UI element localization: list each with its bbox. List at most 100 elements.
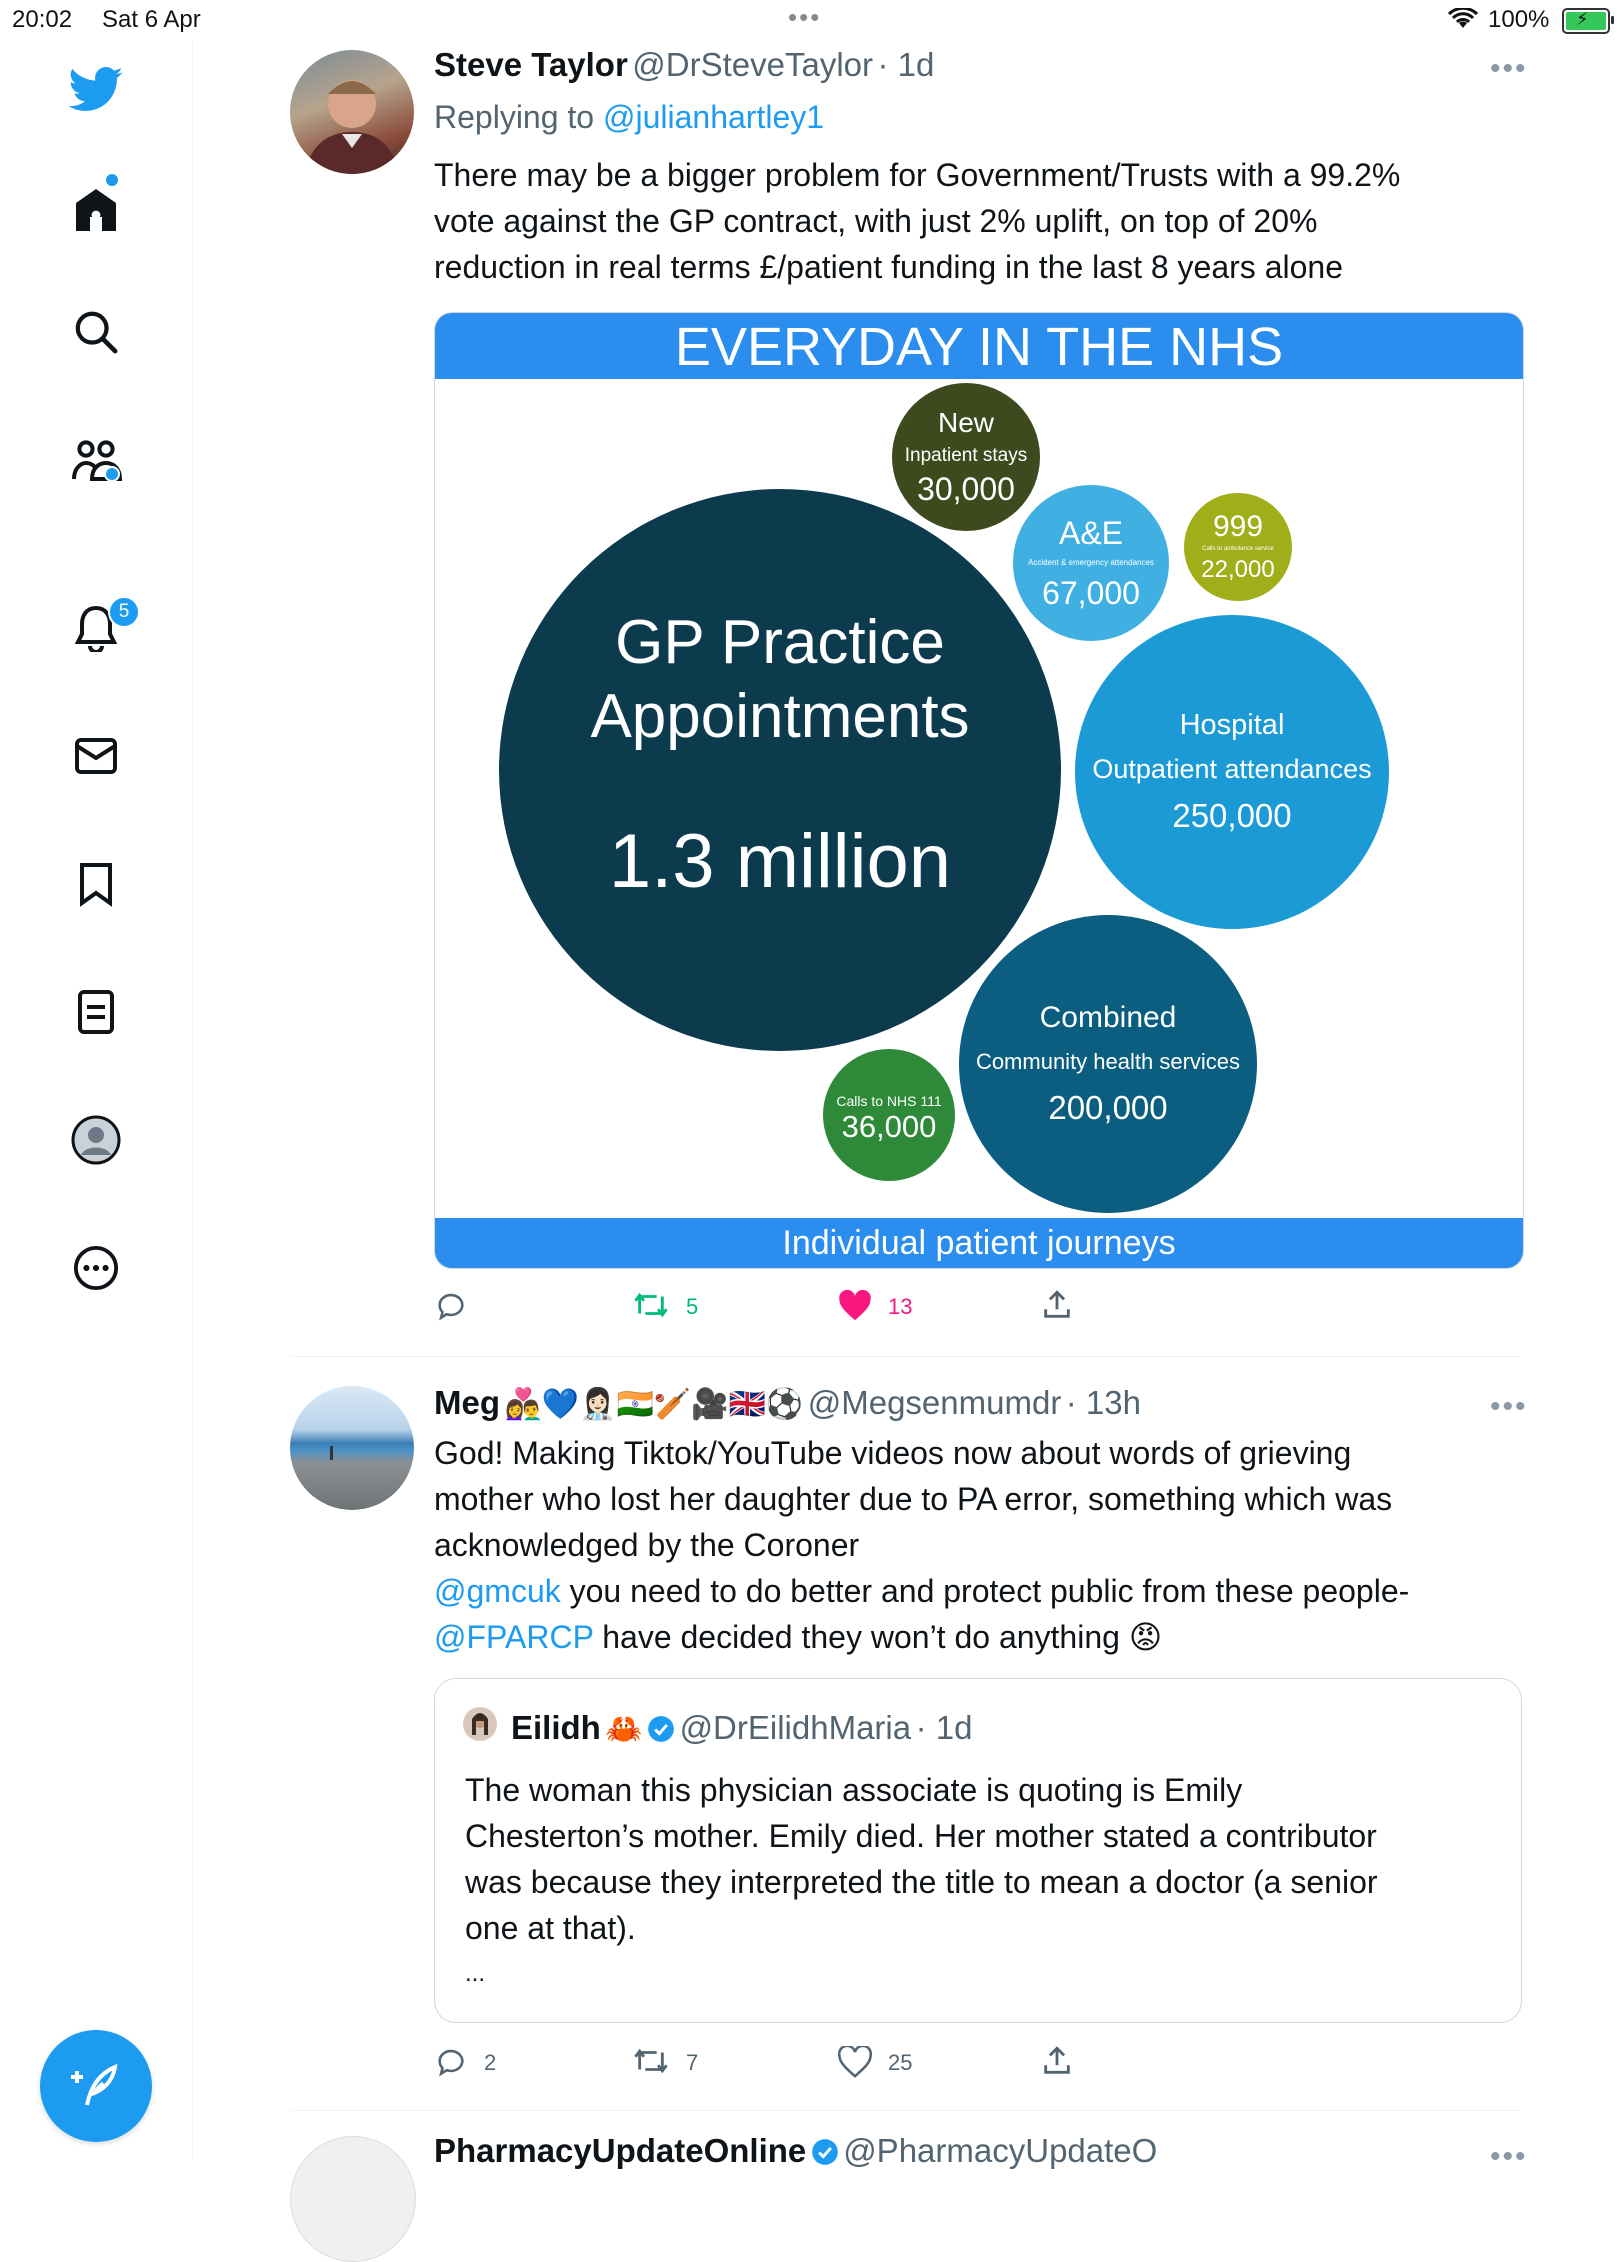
bubble-community-title: Combined	[1039, 1001, 1177, 1034]
retweet-icon	[634, 2048, 668, 2074]
bubble-ae-value: 67,000	[1042, 574, 1140, 611]
multitasking-dots-icon[interactable]: •••	[788, 2, 821, 33]
like-button[interactable]	[838, 1289, 872, 1327]
bubble-nhs111-value: 36,000	[841, 1109, 937, 1144]
tweet-divider	[290, 1356, 1520, 1357]
like-button[interactable]	[837, 2044, 873, 2083]
retweet-icon	[634, 1292, 668, 1318]
home-unread-dot	[104, 172, 120, 188]
bubble-gp-value: 1.3 million	[608, 818, 952, 904]
bubble-nhs111: Calls to NHS 111 36,000	[823, 1049, 955, 1181]
mention-fparcp[interactable]: @FPARCP	[434, 1619, 593, 1655]
replying-to-link[interactable]: @julianhartley1	[603, 99, 824, 135]
home-icon[interactable]	[66, 180, 126, 240]
messages-icon[interactable]	[66, 726, 126, 786]
tweet-author-name[interactable]: PharmacyUpdateOnline	[434, 2132, 806, 2169]
tweet-image-nhs-infographic[interactable]: EVERYDAY IN THE NHS GP Practice Appointm…	[434, 312, 1524, 1269]
bubble-outpatient: Hospital Outpatient attendances 250,000	[1075, 615, 1389, 929]
bubble-gp-title1: GP Practice	[615, 607, 945, 677]
tweet-author-handle[interactable]: @DrSteveTaylor	[632, 46, 873, 83]
share-button[interactable]	[1040, 2044, 1074, 2083]
quoted-text-line: Chesterton’s mother. Emily died. Her mot…	[465, 1818, 1377, 1854]
tweet-time[interactable]: · 1d	[877, 46, 934, 83]
search-icon[interactable]	[66, 302, 126, 362]
avatar-pharmacyupdate[interactable]	[290, 2136, 416, 2262]
bubble-999: 999 Calls to ambulance service 22,000	[1184, 493, 1292, 601]
bubble-inpatient-title: New	[937, 406, 994, 438]
more-icon[interactable]	[66, 1238, 126, 1298]
bubble-inpatient-sub: Inpatient stays	[904, 444, 1028, 466]
retweet-button[interactable]	[632, 2044, 670, 2083]
bubble-inpatient-value: 30,000	[917, 470, 1015, 507]
bookmarks-icon[interactable]	[66, 854, 126, 914]
bubble-outpatient-sub: Outpatient attendances	[1092, 754, 1372, 784]
tweet-author-name[interactable]: Steve Taylor	[434, 46, 628, 83]
bubble-community: Combined Community health services 200,0…	[959, 915, 1257, 1213]
profile-icon[interactable]	[66, 1110, 126, 1170]
tweet-text-line: There may be a bigger problem for Govern…	[434, 157, 1401, 193]
communities-unread-dot	[104, 466, 120, 482]
reply-button[interactable]	[434, 1288, 468, 1327]
battery-percent: 100%	[1488, 6, 1550, 33]
quoted-author-name: Eilidh	[511, 1709, 601, 1746]
quoted-tweet[interactable]: Eilidh 🦀 @DrEilidhMaria · 1d The woman t…	[434, 1678, 1522, 2023]
quoted-ellipsis: ...	[465, 1960, 486, 1987]
like-count: 13	[888, 1294, 913, 1319]
tweet-text-line: vote against the GP contract, with just …	[434, 203, 1318, 239]
infographic-header: EVERYDAY IN THE NHS	[435, 313, 1523, 379]
reply-icon	[438, 2049, 464, 2077]
heart-outline-icon	[837, 2044, 873, 2078]
heart-filled-icon	[839, 1289, 871, 1321]
tweet-time[interactable]: · 13h	[1066, 1384, 1141, 1421]
bubble-outpatient-value: 250,000	[1172, 797, 1292, 834]
bubble-ae-sub: Accident & emergency attendances	[1028, 557, 1154, 567]
bubble-999-value: 22,000	[1201, 556, 1275, 583]
quoted-text-line: was because they interpreted the title t…	[465, 1864, 1378, 1900]
tweet-text-line: mother who lost her daughter due to PA e…	[434, 1481, 1393, 1517]
bubble-gp-title2: Appointments	[590, 681, 970, 751]
tweet-author-name[interactable]: Meg	[434, 1384, 500, 1421]
share-icon	[1044, 1290, 1070, 1318]
tweet-more-button[interactable]: •••	[1490, 2140, 1528, 2174]
tweet-more-button[interactable]: •••	[1490, 1390, 1528, 1424]
bubble-nhs111-sub: Calls to NHS 111	[836, 1093, 942, 1109]
avatar-steve-taylor[interactable]	[290, 50, 414, 174]
angry-face-emoji: 😡	[1128, 1619, 1163, 1655]
wifi-icon	[1447, 6, 1479, 37]
like-count: 25	[888, 2050, 913, 2075]
verified-badge-icon	[647, 1716, 675, 1743]
reply-icon	[438, 1293, 464, 1321]
lists-icon[interactable]	[66, 982, 126, 1042]
tweet-text-segment: have decided they won’t do anything	[593, 1619, 1129, 1655]
reply-count: 2	[484, 2050, 497, 2075]
tweet-divider	[290, 2110, 1520, 2111]
bubble-999-title: 999	[1212, 510, 1264, 543]
reply-button[interactable]	[434, 2044, 468, 2083]
share-icon	[1044, 2046, 1070, 2074]
quoted-text-line: one at that).	[465, 1910, 636, 1946]
twitter-logo-icon[interactable]	[66, 60, 126, 120]
share-button[interactable]	[1040, 1288, 1074, 1327]
battery-icon: ⚡	[1562, 8, 1614, 34]
mention-gmcuk[interactable]: @gmcuk	[434, 1573, 561, 1609]
tweet-text-line: reduction in real terms £/patient fundin…	[434, 249, 1343, 285]
communities-icon[interactable]	[66, 430, 126, 490]
status-date: Sat 6 Apr	[102, 6, 201, 33]
compose-tweet-button[interactable]	[40, 2030, 152, 2142]
quoted-avatar	[463, 1707, 497, 1741]
avatar-meg[interactable]	[290, 1386, 414, 1510]
bubble-inpatient: New Inpatient stays 30,000	[892, 383, 1040, 531]
replying-to-label: Replying to	[434, 99, 603, 135]
status-bar: 20:02 Sat 6 Apr ••• 100% ⚡	[0, 0, 1620, 40]
infographic-footer: Individual patient journeys	[435, 1218, 1523, 1268]
tweet-author-handle[interactable]: @Megsenmumdr	[808, 1384, 1062, 1421]
tweet-text-line: God! Making Tiktok/YouTube videos now ab…	[434, 1435, 1352, 1471]
status-time: 20:02	[12, 6, 73, 33]
bubble-gp-appointments: GP Practice Appointments 1.3 million	[499, 489, 1061, 1051]
tweet-author-handle[interactable]: @PharmacyUpdateO	[843, 2132, 1157, 2169]
verified-badge-icon	[811, 2139, 839, 2166]
bubble-community-sub: Community health services	[975, 1049, 1241, 1074]
retweet-button[interactable]	[632, 1288, 670, 1327]
quoted-text-line: The woman this physician associate is qu…	[465, 1772, 1243, 1808]
tweet-more-button[interactable]: •••	[1490, 52, 1528, 86]
